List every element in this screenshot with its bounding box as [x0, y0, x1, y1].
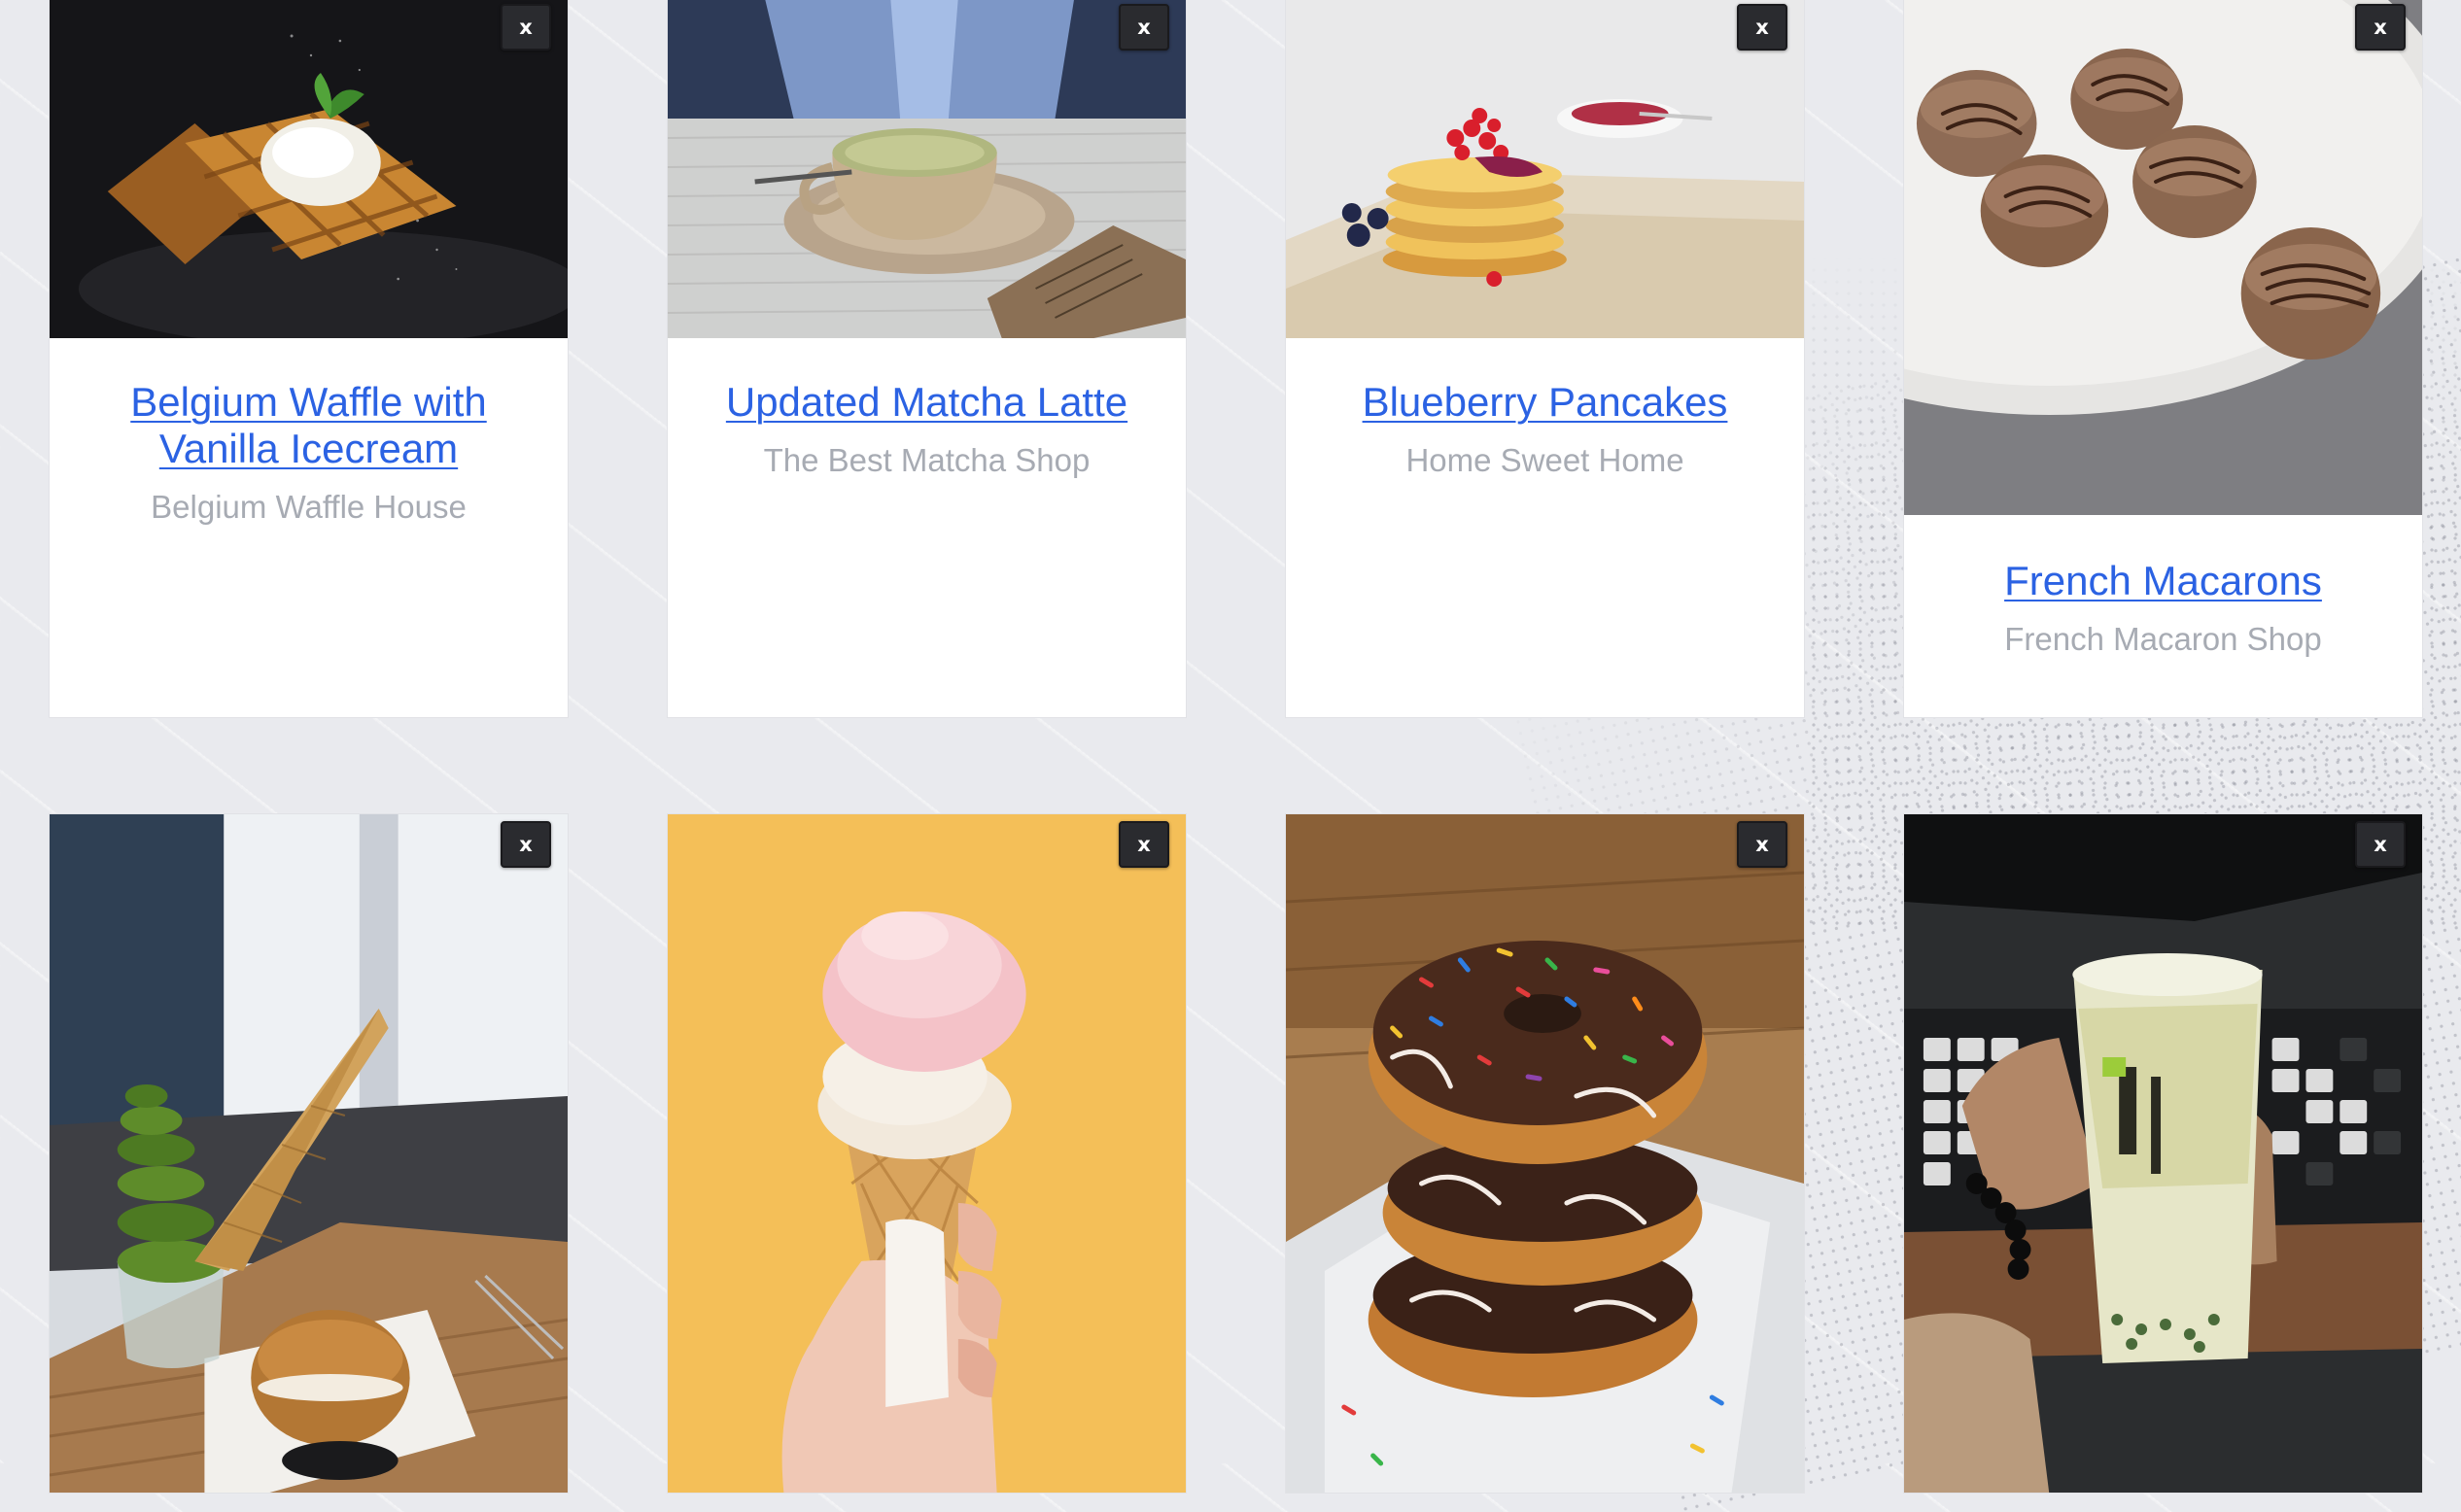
food-card: x French Macarons French Macaron Shop — [1903, 0, 2423, 718]
food-card: x Belgium Waffle with Vanilla Icecream B… — [49, 0, 569, 718]
icecream-cone-photo[interactable]: x — [668, 814, 1186, 1493]
close-button[interactable]: x — [2355, 4, 2406, 51]
close-button[interactable]: x — [2355, 821, 2406, 868]
pancakes-photo[interactable]: x — [1286, 0, 1804, 338]
close-button[interactable]: x — [501, 4, 551, 51]
waffle-photo[interactable]: x — [50, 0, 568, 338]
card-body: French Macarons French Macaron Shop — [1904, 515, 2422, 659]
card-subtitle: Home Sweet Home — [1405, 442, 1684, 478]
matcha-softserve-photo[interactable]: x — [50, 814, 568, 1493]
card-title-link[interactable]: French Macarons — [1933, 558, 2393, 604]
food-card: x — [1285, 813, 1805, 1494]
food-card: x — [1903, 813, 2423, 1494]
card-body: Blueberry Pancakes Home Sweet Home — [1286, 338, 1804, 480]
close-button[interactable]: x — [1119, 821, 1169, 868]
food-card: x Blueberry Pancakes Home Sweet Home — [1285, 0, 1805, 718]
donuts-photo[interactable]: x — [1286, 814, 1804, 1493]
close-button[interactable]: x — [1737, 4, 1787, 51]
matcha-latte-photo[interactable]: x — [668, 0, 1186, 338]
card-subtitle: Belgium Waffle House — [151, 489, 467, 525]
card-title-link[interactable]: Updated Matcha Latte — [697, 379, 1157, 426]
food-card: x — [667, 813, 1187, 1494]
close-button[interactable]: x — [1119, 4, 1169, 51]
card-body: Updated Matcha Latte The Best Matcha Sho… — [668, 338, 1186, 480]
card-subtitle: The Best Matcha Shop — [763, 442, 1091, 478]
card-subtitle: French Macaron Shop — [2004, 621, 2322, 657]
food-card: x — [49, 813, 569, 1494]
macarons-photo[interactable]: x — [1904, 0, 2422, 515]
close-button[interactable]: x — [501, 821, 551, 868]
card-body: Belgium Waffle with Vanilla Icecream Bel… — [50, 338, 568, 527]
card-title-link[interactable]: Belgium Waffle with Vanilla Icecream — [79, 379, 538, 472]
bubble-tea-photo[interactable]: x — [1904, 814, 2422, 1493]
card-title-link[interactable]: Blueberry Pancakes — [1315, 379, 1775, 426]
close-button[interactable]: x — [1737, 821, 1787, 868]
food-card: x Updated Matcha Latte The Best Matcha S… — [667, 0, 1187, 718]
